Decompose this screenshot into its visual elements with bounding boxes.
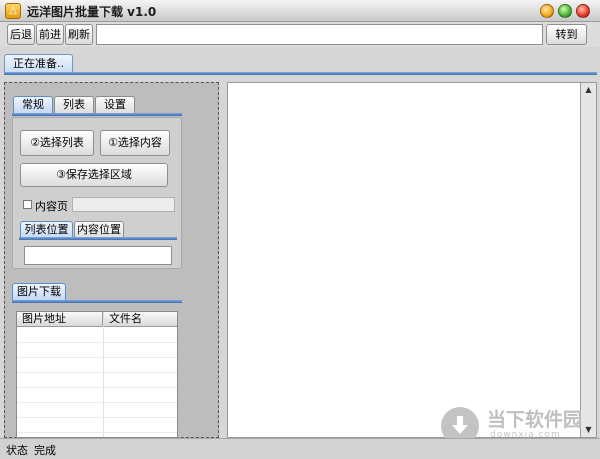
browser-tab-loading[interactable]: 正在准备.. <box>4 54 73 73</box>
tab-underline <box>12 113 182 116</box>
app-logo-icon: △ <box>5 3 21 19</box>
go-button[interactable]: 转到 <box>546 24 587 45</box>
table-row-line <box>17 387 177 388</box>
status-value: 完成 <box>34 444 56 457</box>
scroll-down-arrow-icon[interactable]: ▼ <box>583 424 594 436</box>
select-content-button[interactable]: ①选择内容 <box>100 130 170 156</box>
tab-content-position[interactable]: 内容位置 <box>74 221 124 238</box>
window-title: 远洋图片批量下载 v1.0 <box>27 5 157 19</box>
tab-strip-underline <box>4 72 597 75</box>
watermark-title: 当下软件园 <box>487 409 583 431</box>
tab-list[interactable]: 列表 <box>54 96 94 113</box>
scroll-up-arrow-icon[interactable]: ▲ <box>583 84 594 96</box>
column-header-image-url[interactable]: 图片地址 <box>17 312 103 327</box>
position-value-field[interactable] <box>24 246 172 265</box>
position-tab-underline <box>19 237 177 240</box>
table-row-line <box>17 417 177 418</box>
content-page-label: 内容页 <box>35 200 68 213</box>
download-table: 图片地址 文件名 <box>16 311 178 438</box>
save-region-button[interactable]: ③保存选择区域 <box>20 163 168 187</box>
table-row-line <box>17 432 177 433</box>
content-page-field[interactable] <box>72 197 175 212</box>
content-page-checkbox[interactable] <box>23 200 32 209</box>
minimize-button[interactable] <box>540 4 554 18</box>
table-row-line <box>17 372 177 373</box>
forward-button[interactable]: 前进 <box>36 24 64 45</box>
download-tab-underline <box>12 300 182 303</box>
tab-image-download[interactable]: 图片下载 <box>12 283 66 300</box>
column-separator <box>103 312 104 437</box>
column-header-file-name[interactable]: 文件名 <box>104 312 177 327</box>
status-label: 状态 <box>6 444 28 457</box>
close-button[interactable] <box>576 4 590 18</box>
tab-settings[interactable]: 设置 <box>95 96 135 113</box>
vertical-scrollbar[interactable]: ▲ ▼ <box>581 82 597 438</box>
status-bar: 状态 完成 <box>0 438 600 459</box>
table-row-line <box>17 402 177 403</box>
maximize-button[interactable] <box>558 4 572 18</box>
refresh-button[interactable]: 刷新 <box>65 24 93 45</box>
url-input[interactable] <box>96 24 543 45</box>
select-list-button[interactable]: ②选择列表 <box>20 130 94 156</box>
title-bar: △ 远洋图片批量下载 v1.0 <box>0 0 600 22</box>
web-content-area[interactable] <box>227 82 581 438</box>
tab-list-position[interactable]: 列表位置 <box>20 221 73 238</box>
tab-general[interactable]: 常规 <box>13 96 53 113</box>
table-row-line <box>17 342 177 343</box>
back-button[interactable]: 后退 <box>7 24 35 45</box>
table-row-line <box>17 357 177 358</box>
download-table-header: 图片地址 文件名 <box>17 312 177 327</box>
